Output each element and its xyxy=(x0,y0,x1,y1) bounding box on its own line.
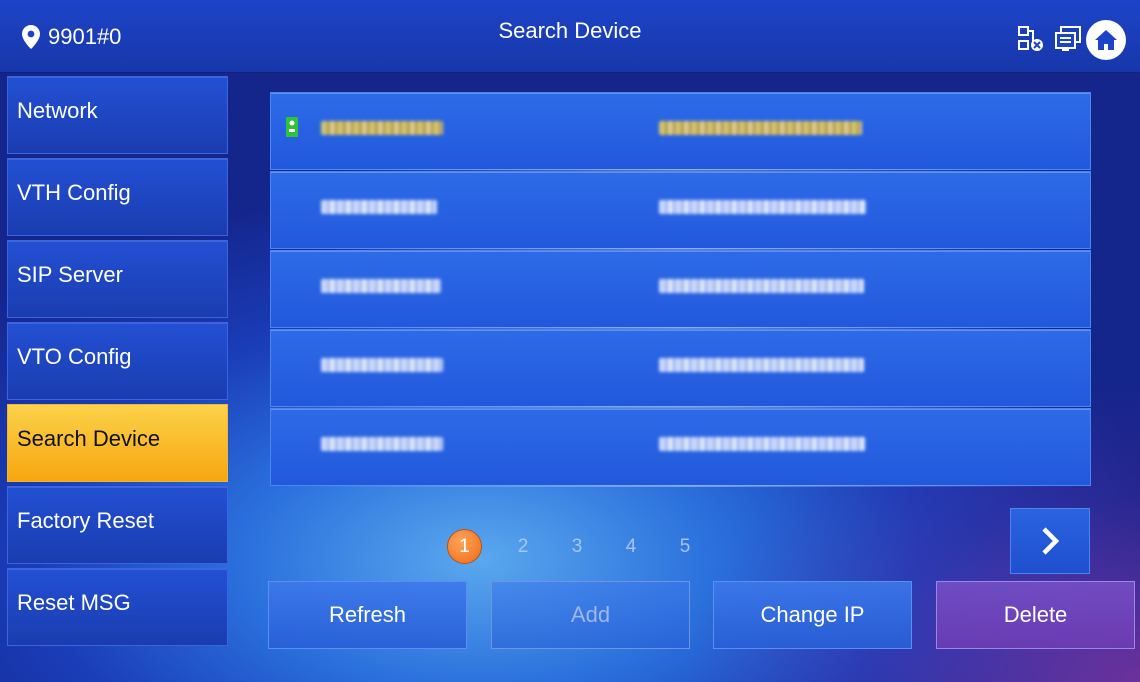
home-button[interactable] xyxy=(1086,20,1126,60)
delete-button[interactable]: Delete xyxy=(936,581,1135,649)
copy-screens-icon[interactable] xyxy=(1054,26,1082,52)
sidebar-item-reset-msg[interactable]: Reset MSG xyxy=(7,568,228,646)
device-ip-redacted xyxy=(321,279,441,293)
refresh-button[interactable]: Refresh xyxy=(268,581,467,649)
sidebar-item-label: VTH Config xyxy=(17,180,131,205)
sidebar-item-vth-config[interactable]: VTH Config xyxy=(7,158,228,236)
device-row[interactable] xyxy=(270,250,1091,329)
device-row[interactable] xyxy=(270,92,1091,171)
sidebar-item-network[interactable]: Network xyxy=(7,76,228,154)
add-button[interactable]: Add xyxy=(491,581,690,649)
chevron-right-icon xyxy=(1042,527,1060,555)
status-icons xyxy=(1018,26,1082,52)
page-title: Search Device xyxy=(498,18,642,43)
sidebar-item-label: Network xyxy=(17,98,98,123)
device-mac-redacted xyxy=(659,358,864,372)
device-mac-redacted xyxy=(659,121,862,135)
page-4[interactable]: 4 xyxy=(604,536,658,558)
device-ip-redacted xyxy=(321,437,443,451)
settings-sidebar: Network VTH Config SIP Server VTO Config… xyxy=(7,76,228,650)
page-5[interactable]: 5 xyxy=(658,536,712,558)
device-mac-redacted xyxy=(659,200,866,214)
sidebar-item-label: SIP Server xyxy=(17,262,123,287)
device-row[interactable] xyxy=(270,408,1091,487)
sidebar-item-sip-server[interactable]: SIP Server xyxy=(7,240,228,318)
device-mac-redacted xyxy=(659,279,864,293)
network-disconnect-icon[interactable] xyxy=(1018,26,1044,52)
sidebar-item-vto-config[interactable]: VTO Config xyxy=(7,322,228,400)
sidebar-item-label: Factory Reset xyxy=(17,508,154,533)
top-bar: 9901#0 Search Device xyxy=(0,0,1140,73)
device-ip-redacted xyxy=(321,200,437,214)
sidebar-item-factory-reset[interactable]: Factory Reset xyxy=(7,486,228,564)
page-3[interactable]: 3 xyxy=(550,536,604,558)
pagination: 1 2 3 4 5 xyxy=(448,530,712,563)
device-mac-redacted xyxy=(659,437,865,451)
device-ip-redacted xyxy=(321,358,443,372)
sidebar-item-label: Reset MSG xyxy=(17,590,131,615)
home-icon xyxy=(1095,30,1117,50)
page-1[interactable]: 1 xyxy=(448,530,481,563)
sidebar-item-label: VTO Config xyxy=(17,344,132,369)
sidebar-item-search-device[interactable]: Search Device xyxy=(7,404,228,482)
door-station-icon xyxy=(286,117,298,137)
change-ip-button[interactable]: Change IP xyxy=(713,581,912,649)
next-page-button[interactable] xyxy=(1010,508,1090,574)
page-2[interactable]: 2 xyxy=(496,536,550,558)
device-row[interactable] xyxy=(270,171,1091,250)
sidebar-item-label: Search Device xyxy=(17,426,161,451)
device-row[interactable] xyxy=(270,329,1091,408)
device-ip-redacted xyxy=(321,121,443,135)
device-list xyxy=(270,92,1091,488)
